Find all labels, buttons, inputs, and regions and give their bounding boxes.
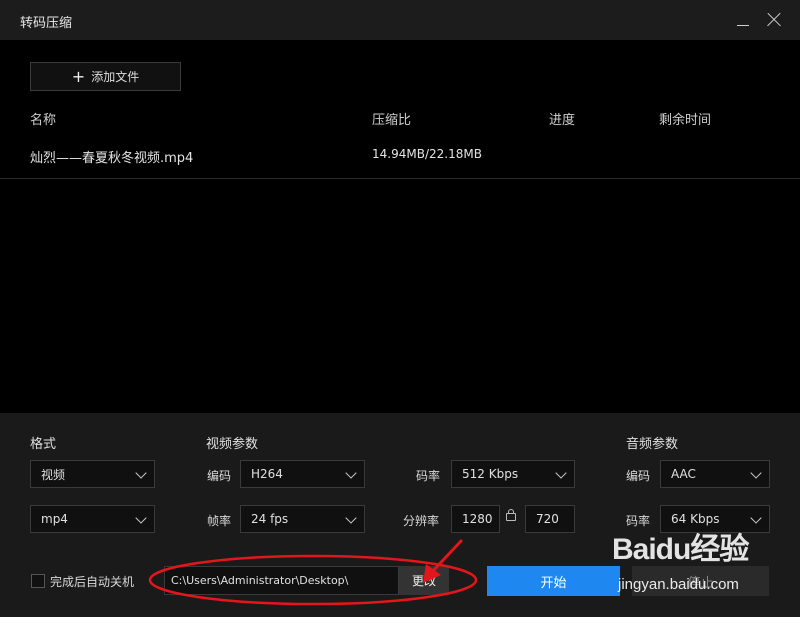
video-codec-value: H264 <box>251 467 283 481</box>
lock-icon[interactable] <box>506 509 516 521</box>
video-codec-label: 编码 <box>207 469 232 483</box>
output-path-field[interactable]: C:\Users\Administrator\Desktop\ <box>164 566 399 595</box>
column-header-name: 名称 <box>30 113 57 128</box>
column-header-remaining: 剩余时间 <box>659 113 712 128</box>
row-divider <box>0 178 800 179</box>
fps-label: 帧率 <box>207 514 232 528</box>
stop-button[interactable]: 停止 <box>632 566 769 596</box>
video-bitrate-value: 512 Kbps <box>462 467 519 481</box>
resolution-label: 分辨率 <box>403 514 440 528</box>
fps-value: 24 fps <box>251 512 289 526</box>
resolution-height-value: 720 <box>536 512 559 526</box>
format-section-label: 格式 <box>30 437 57 452</box>
add-file-label: 添加文件 <box>91 70 140 84</box>
chevron-down-icon <box>750 467 762 479</box>
close-icon[interactable] <box>764 10 784 30</box>
add-file-button[interactable]: + 添加文件 <box>30 62 181 91</box>
container-select[interactable]: mp4 <box>30 505 155 533</box>
file-ratio: 14.94MB/22.18MB <box>372 147 482 161</box>
audio-section-label: 音频参数 <box>626 437 679 452</box>
resolution-width-value: 1280 <box>462 512 493 526</box>
audio-codec-value: AAC <box>671 467 696 481</box>
output-path-value: C:\Users\Administrator\Desktop\ <box>171 574 349 587</box>
chevron-down-icon <box>135 467 147 479</box>
chevron-down-icon <box>555 467 567 479</box>
audio-bitrate-value: 64 Kbps <box>671 512 720 526</box>
start-button[interactable]: 开始 <box>487 566 620 596</box>
window-title: 转码压缩 <box>20 16 73 31</box>
container-value: mp4 <box>41 512 68 526</box>
format-type-value: 视频 <box>41 467 66 482</box>
minimize-icon[interactable] <box>734 9 752 31</box>
title-bar: 转码压缩 <box>0 0 800 40</box>
format-type-select[interactable]: 视频 <box>30 460 155 488</box>
file-name: 灿烈——春夏秋冬视频.mp4 <box>30 151 194 166</box>
audio-codec-select[interactable]: AAC <box>660 460 770 488</box>
resolution-height-input[interactable]: 720 <box>525 505 575 533</box>
shutdown-checkbox[interactable] <box>31 574 45 588</box>
change-path-button[interactable]: 更改 <box>399 566 449 595</box>
audio-codec-label: 编码 <box>626 469 651 483</box>
video-bitrate-select[interactable]: 512 Kbps <box>451 460 575 488</box>
audio-bitrate-select[interactable]: 64 Kbps <box>660 505 770 533</box>
resolution-width-input[interactable]: 1280 <box>451 505 500 533</box>
audio-bitrate-label: 码率 <box>626 514 651 528</box>
video-section-label: 视频参数 <box>206 437 259 452</box>
video-codec-select[interactable]: H264 <box>240 460 365 488</box>
chevron-down-icon <box>750 512 762 524</box>
plus-icon: + <box>71 66 86 86</box>
video-bitrate-label: 码率 <box>416 469 441 483</box>
shutdown-label: 完成后自动关机 <box>50 575 135 589</box>
fps-select[interactable]: 24 fps <box>240 505 365 533</box>
chevron-down-icon <box>345 467 357 479</box>
chevron-down-icon <box>345 512 357 524</box>
column-header-progress: 进度 <box>549 113 576 128</box>
chevron-down-icon <box>135 512 147 524</box>
column-header-ratio: 压缩比 <box>372 113 412 128</box>
